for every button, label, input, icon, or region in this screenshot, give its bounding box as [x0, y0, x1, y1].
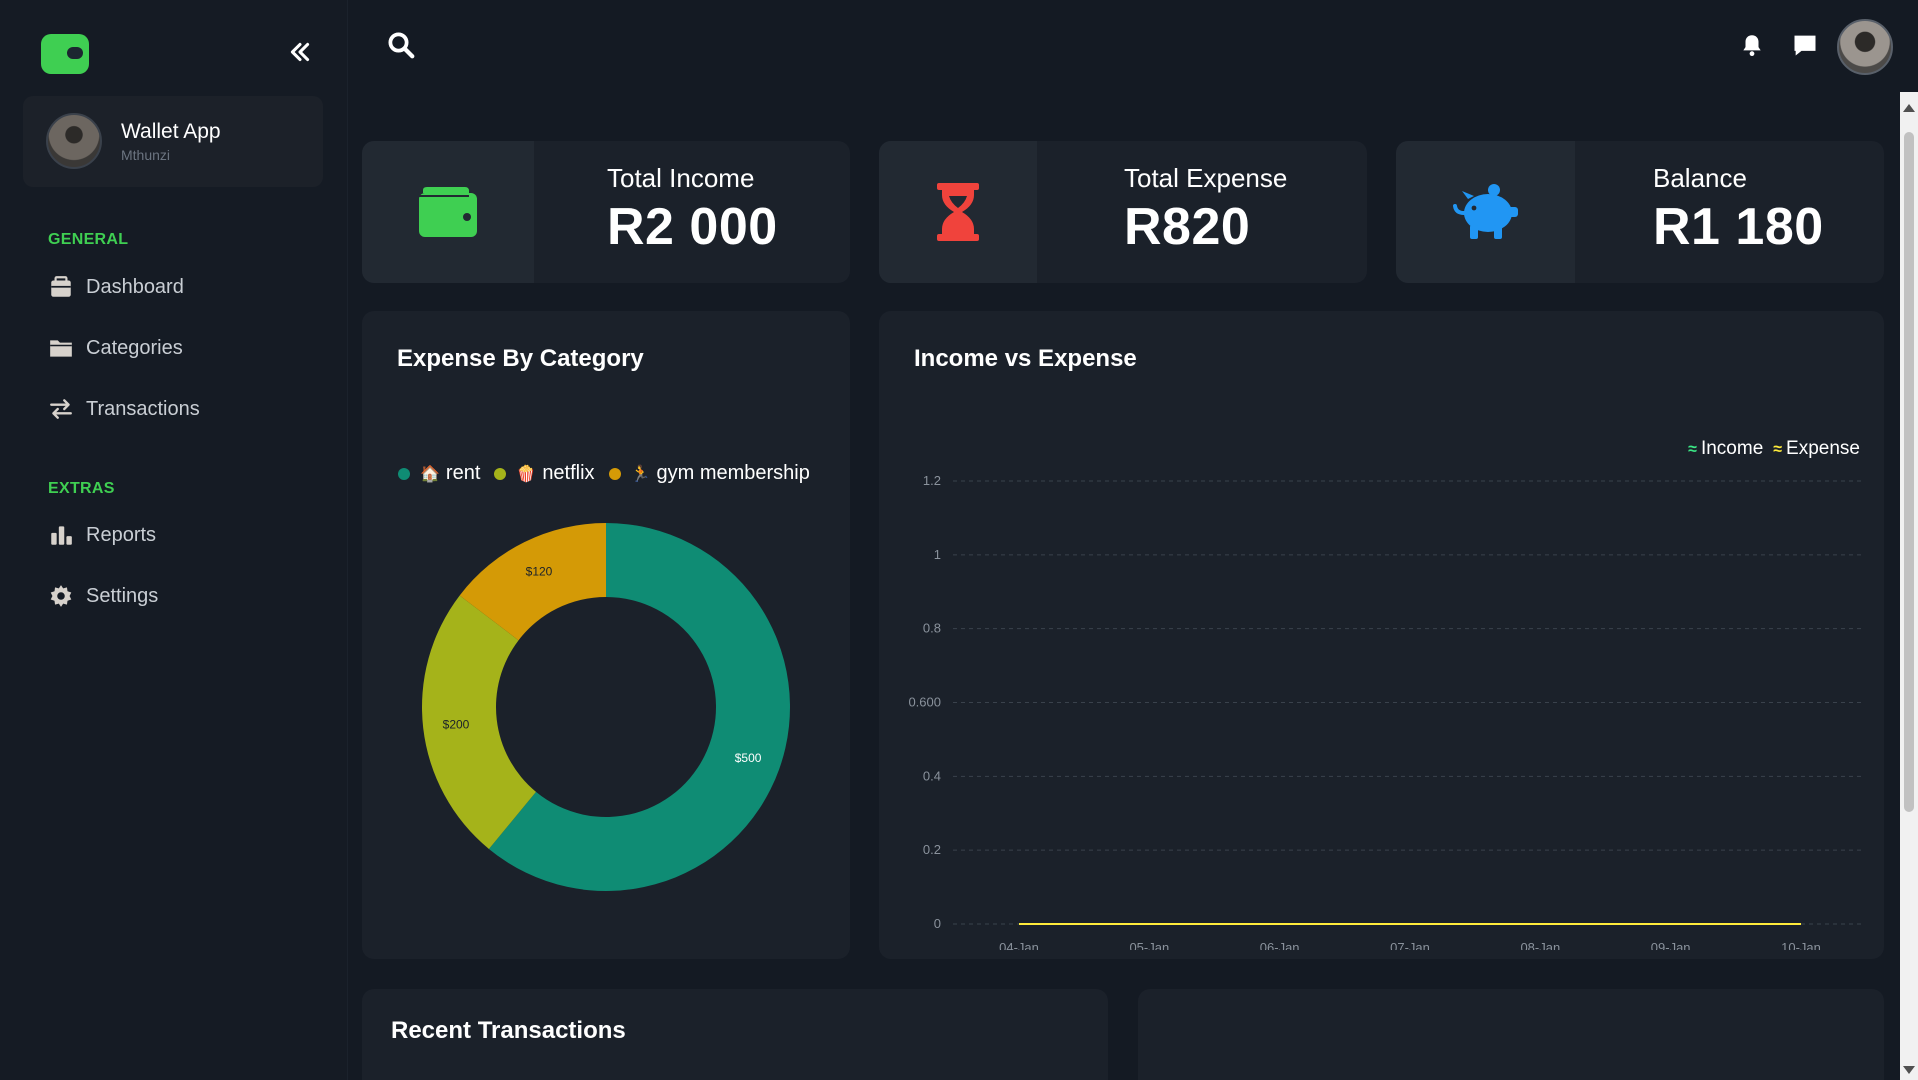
wallet-logo-icon: [41, 34, 89, 74]
panel-title: Expense By Category: [397, 345, 644, 372]
sidebar-item-categories[interactable]: Categories: [48, 331, 183, 365]
profile-username: Mthunzi: [121, 147, 171, 163]
y-tick-label: 0.2: [923, 842, 941, 857]
bell-icon: [1743, 35, 1761, 57]
x-tick-label: 05-Jan: [1129, 940, 1169, 950]
donut-legend: 🏠 rent 🍿 netflix 🏃 gym membership: [398, 462, 824, 485]
legend-emoji: 🍿: [516, 465, 537, 483]
profile-card[interactable]: Wallet App Mthunzi: [23, 96, 323, 187]
stat-icon-box: [1396, 141, 1575, 283]
search-button[interactable]: [386, 30, 416, 60]
sidebar-item-label: Reports: [86, 523, 157, 546]
y-tick-label: 0.600: [908, 695, 941, 710]
slice-value-label: $200: [443, 717, 470, 731]
x-tick-label: 09-Jan: [1651, 940, 1691, 950]
x-tick-label: 04-Jan: [999, 940, 1039, 950]
recent-transactions-panel: Recent Transactions: [362, 989, 1108, 1080]
sidebar-item-label: Settings: [86, 584, 159, 607]
x-tick-label: 08-Jan: [1520, 940, 1560, 950]
legend-emoji: 🏠: [420, 465, 440, 483]
slice-value-label: $500: [735, 751, 762, 765]
folder-icon: [50, 340, 72, 357]
sidebar-item-dashboard[interactable]: Dashboard: [48, 270, 184, 304]
y-tick-label: 0: [934, 916, 941, 931]
sidebar-item-transactions[interactable]: Transactions: [48, 392, 200, 426]
scroll-up-arrow[interactable]: [1903, 104, 1915, 112]
panel-title: Recent Transactions: [391, 1017, 626, 1044]
panel-title: Income vs Expense: [914, 345, 1137, 372]
legend-label: rent: [445, 462, 481, 484]
legend-item-rent[interactable]: 🏠 rent: [398, 462, 480, 485]
x-tick-label: 07-Jan: [1390, 940, 1430, 950]
message-icon: [1794, 35, 1816, 56]
legend-item-gym-membership[interactable]: 🏃 gym membership: [608, 462, 810, 485]
stat-icon-box: [362, 141, 534, 283]
notifications-button[interactable]: [1737, 30, 1767, 60]
bar-chart-icon: [51, 526, 72, 545]
stat-title: Total Income: [607, 163, 755, 193]
stat-card-balance: Balance R1 180: [1396, 141, 1884, 283]
legend-marker: [398, 467, 410, 480]
avatar: [46, 113, 102, 169]
stat-value: R2 000: [607, 198, 778, 256]
dashboard-icon: [51, 276, 71, 297]
scroll-thumb[interactable]: [1904, 132, 1914, 812]
line-chart: 0 0.2 0.4 0.600 0.8 1 1.2 04-Jan 05-Jan 06-Jan 07-…: [908, 473, 1865, 950]
section-label-general: GENERAL: [48, 231, 129, 248]
collapse-sidebar-button[interactable]: [284, 36, 316, 68]
gear-icon: [50, 585, 72, 607]
slice-value-label: $120: [526, 565, 553, 579]
wallet-icon: [419, 187, 477, 237]
scrollbar[interactable]: [1900, 92, 1918, 1080]
piggy-bank-icon: [1452, 184, 1518, 239]
x-tick-label: 10-Jan: [1781, 940, 1821, 950]
sidebar-item-settings[interactable]: Settings: [48, 579, 158, 613]
user-avatar[interactable]: [1837, 19, 1893, 75]
stat-title: Balance: [1653, 163, 1747, 193]
legend-label: netflix: [542, 462, 595, 484]
messages-button[interactable]: [1790, 30, 1820, 60]
legend-marker: [494, 467, 507, 480]
legend-label: gym membership: [656, 462, 810, 484]
sidebar: Wallet App Mthunzi GENERAL Dashboard Cat…: [0, 0, 348, 1080]
stat-value: R820: [1124, 198, 1251, 256]
stat-icon-box: [879, 141, 1037, 283]
section-label-extras: EXTRAS: [48, 480, 115, 497]
legend-marker: [608, 467, 621, 480]
secondary-panel: [1138, 989, 1884, 1080]
scroll-down-arrow[interactable]: [1903, 1066, 1915, 1074]
y-tick-label: 1.2: [923, 473, 941, 488]
legend-emoji: 🏃: [630, 465, 651, 483]
legend-item-netflix[interactable]: 🍿 netflix: [494, 462, 595, 485]
stat-title: Total Expense: [1124, 163, 1288, 193]
y-tick-label: 0.8: [923, 621, 941, 636]
double-chevron-left-icon: [290, 42, 310, 62]
profile-name: Wallet App: [121, 120, 221, 143]
y-tick-label: 0.4: [923, 768, 941, 783]
y-tick-label: 1: [934, 547, 941, 562]
donut-chart: $500 $200 $120: [421, 523, 790, 891]
stat-value: R1 180: [1653, 198, 1824, 256]
stat-card-total-income: Total Income R2 000: [362, 141, 850, 283]
x-tick-label: 06-Jan: [1260, 940, 1300, 950]
transfer-icon: [50, 399, 72, 419]
stat-card-total-expense: Total Expense R820: [879, 141, 1367, 283]
search-icon: [388, 32, 415, 59]
sidebar-item-label: Categories: [86, 336, 183, 359]
sidebar-item-label: Transactions: [86, 397, 200, 420]
hourglass-icon: [937, 183, 979, 241]
sidebar-item-reports[interactable]: Reports: [48, 518, 156, 552]
sidebar-item-label: Dashboard: [86, 275, 184, 298]
